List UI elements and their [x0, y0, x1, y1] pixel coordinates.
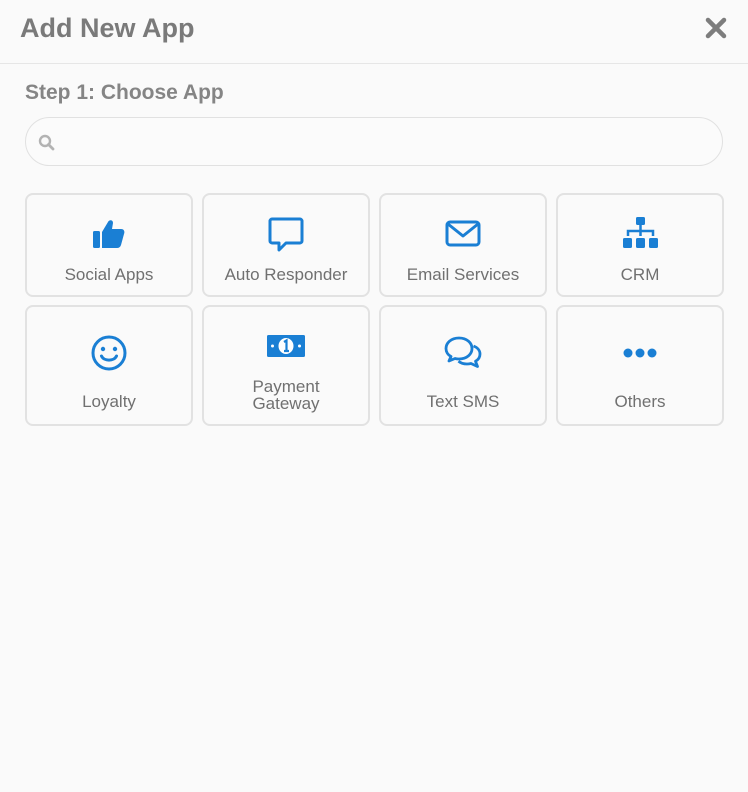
modal-title: Add New App — [20, 13, 195, 43]
close-icon[interactable] — [704, 16, 728, 40]
search-input[interactable] — [66, 118, 710, 167]
chat-bubbles-icon — [444, 336, 482, 368]
search-box[interactable] — [25, 117, 723, 167]
category-label: Auto Responder — [224, 265, 348, 284]
search-icon — [38, 134, 55, 151]
smiley-icon — [91, 335, 127, 371]
category-label: Loyalty — [82, 392, 136, 411]
category-label: CRM — [620, 265, 660, 284]
ellipsis-icon — [623, 348, 657, 358]
category-auto-responder[interactable]: Auto Responder — [202, 193, 370, 297]
category-others[interactable]: Others — [556, 305, 724, 426]
add-new-app-modal: Add New App Step 1: Choose App Social Ap… — [0, 0, 748, 792]
modal-header: Add New App — [0, 0, 748, 64]
sitemap-icon — [623, 217, 658, 248]
category-social-apps[interactable]: Social Apps — [25, 193, 193, 297]
category-payment-gateway[interactable]: Payment Gateway — [202, 305, 370, 426]
speech-bubble-icon — [268, 217, 304, 252]
category-loyalty[interactable]: Loyalty — [25, 305, 193, 426]
category-label: Text SMS — [426, 392, 500, 411]
category-label: Email Services — [406, 265, 520, 284]
category-crm[interactable]: CRM — [556, 193, 724, 297]
category-text-sms[interactable]: Text SMS — [379, 305, 547, 426]
thumbs-up-icon — [93, 220, 125, 248]
category-label: Payment Gateway — [252, 377, 320, 413]
category-label: Others — [614, 392, 666, 411]
envelope-icon — [445, 220, 481, 247]
step-heading: Step 1: Choose App — [25, 81, 224, 104]
category-label: Social Apps — [64, 265, 154, 284]
banknote-icon — [267, 335, 305, 357]
category-email-services[interactable]: Email Services — [379, 193, 547, 297]
